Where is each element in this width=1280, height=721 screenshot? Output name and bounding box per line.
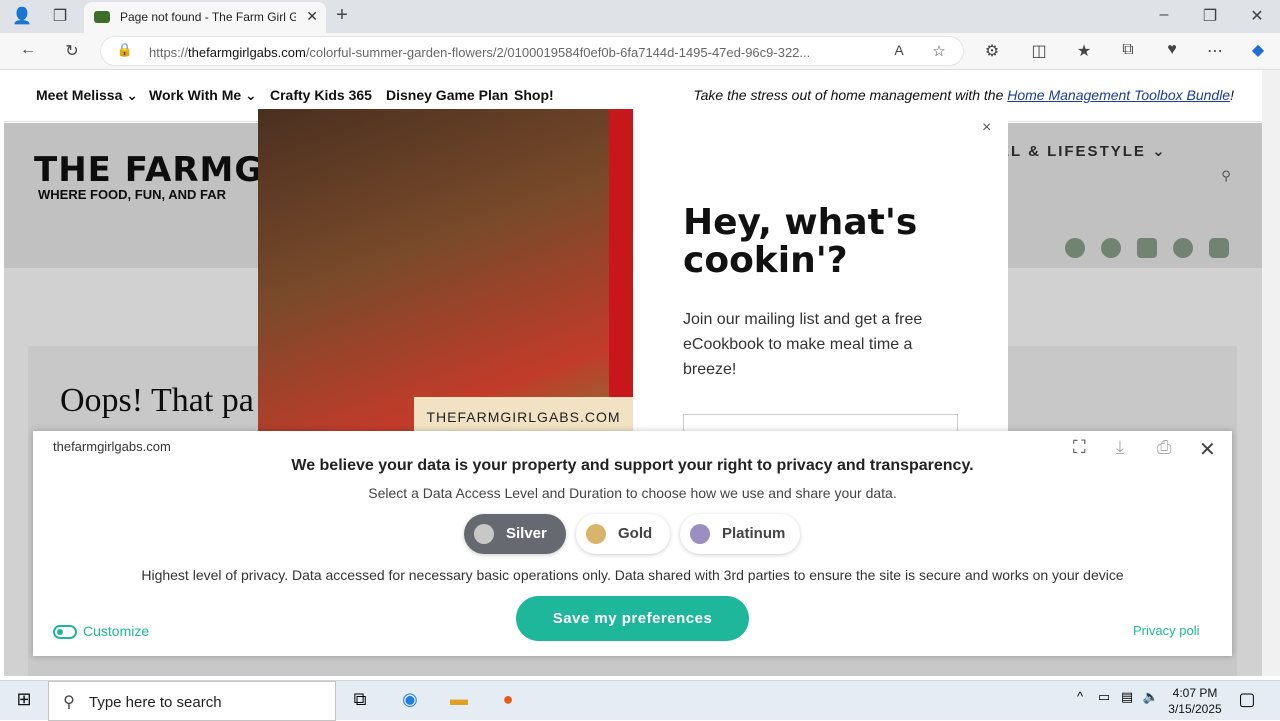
windows-start-icon[interactable]: ⊞ [12,689,36,713]
site-favicon-icon [94,11,110,23]
toggle-icon [53,625,77,640]
performance-icon[interactable]: ♥ [1160,41,1184,59]
refresh-icon[interactable]: ↻ [60,41,84,61]
extensions-icon[interactable]: ⚙ [980,41,1004,61]
edge-icon[interactable]: ◉ [398,689,422,713]
tab-title: Page not found - The Farm Girl G [120,10,296,24]
page-scrollbar[interactable] [1262,70,1280,676]
level-description: Highest level of privacy. Data accessed … [141,567,1124,583]
expand-icon[interactable]: ⛶ [1073,437,1086,458]
nav-meet-melissa[interactable]: Meet Melissa ⌄ [36,87,138,104]
privacy-policy-link[interactable]: Privacy poli [1133,623,1199,638]
level-platinum[interactable]: Platinum [680,514,800,554]
new-tab-icon[interactable]: + [330,4,354,27]
consent-domain: thefarmgirlgabs.com [53,439,171,454]
nav-disney-game-plan[interactable]: Disney Game Plan [386,87,508,103]
read-aloud-icon[interactable]: A [887,42,911,58]
window-close-icon[interactable]: ✕ [1245,6,1269,26]
more-menu-icon[interactable]: ⋯ [1203,41,1227,61]
url-text: https://thefarmgirlgabs.com/colorful-sum… [149,45,811,60]
firefox-icon[interactable]: ● [496,689,520,713]
task-view-icon[interactable]: ⧉ [348,689,372,713]
tab-close-icon[interactable]: ✕ [306,8,318,25]
tab-actions-icon[interactable]: ❐ [48,6,72,26]
taskbar-clock[interactable]: 4:07 PM 3/15/2025 [1165,685,1225,717]
minimize-icon[interactable]: – [1152,6,1176,24]
image-red-stripe [609,109,633,409]
tray-device-icon[interactable]: ▭ [1092,689,1116,713]
print-icon[interactable]: ⎙ [1157,437,1171,458]
consent-heading: We believe your data is your property an… [291,457,974,474]
tab-page-not-found[interactable]: Page not found - The Farm Girl G ✕ [84,2,326,33]
favorites-icon[interactable]: ★ [1072,41,1096,61]
copilot-icon[interactable]: ◆ [1246,40,1270,60]
notifications-icon[interactable]: ▢ [1235,689,1259,713]
save-preferences-button[interactable]: Save my preferences [516,596,749,641]
customize-toggle[interactable]: Customize [53,623,149,640]
promo-banner: Take the stress out of home management w… [693,87,1234,103]
consent-subheading: Select a Data Access Level and Duration … [368,485,897,501]
profile-icon[interactable]: 👤 [10,6,34,26]
search-icon: ⚲ [63,694,75,711]
browser-tab-bar: 👤 ❐ Page not found - The Farm Girl G ✕ +… [0,0,1280,33]
lock-icon[interactable]: 🔒 [113,42,137,58]
modal-close-icon[interactable]: × [982,119,991,137]
favorite-star-icon[interactable]: ☆ [927,42,951,60]
modal-description: Join our mailing list and get a free eCo… [683,311,923,378]
split-screen-icon[interactable]: ◫ [1027,41,1051,61]
file-explorer-icon[interactable]: ▬ [447,689,471,713]
volume-icon[interactable]: 🔈 [1139,689,1163,713]
taskbar-search-input[interactable]: ⚲ Type here to search [48,681,336,721]
silver-dot-icon [474,524,494,544]
back-icon[interactable]: ← [16,41,40,59]
level-gold[interactable]: Gold [576,514,670,554]
nav-shop[interactable]: Shop! [514,87,554,103]
download-icon[interactable]: ⤓ [1116,437,1124,458]
nav-work-with-me[interactable]: Work With Me ⌄ [149,87,257,104]
url-input[interactable]: 🔒 https://thefarmgirlgabs.com/colorful-s… [100,36,964,66]
privacy-consent-dialog: thefarmgirlgabs.com ⛶ ⤓ ⎙ ✕ We believe y… [33,431,1232,656]
tray-chevron-icon[interactable]: ^ [1068,689,1092,713]
windows-taskbar: ⊞ ⚲ Type here to search ⧉ ◉ ▬ ● ^ ▭ ▤ 🔈 … [0,680,1280,721]
collections-icon[interactable]: ⧉ [1116,41,1140,59]
gold-dot-icon [586,524,606,544]
browser-address-bar: ← ↻ 🔒 https://thefarmgirlgabs.com/colorf… [0,33,1280,70]
network-icon[interactable]: ▤ [1115,689,1139,713]
restore-icon[interactable]: ❐ [1198,6,1222,26]
platinum-dot-icon [690,524,710,544]
nav-crafty-kids[interactable]: Crafty Kids 365 [270,87,372,103]
modal-title: Hey, what's cookin'? [683,202,918,281]
promo-link[interactable]: Home Management Toolbox Bundle [1007,87,1230,103]
level-silver[interactable]: Silver [464,514,566,554]
